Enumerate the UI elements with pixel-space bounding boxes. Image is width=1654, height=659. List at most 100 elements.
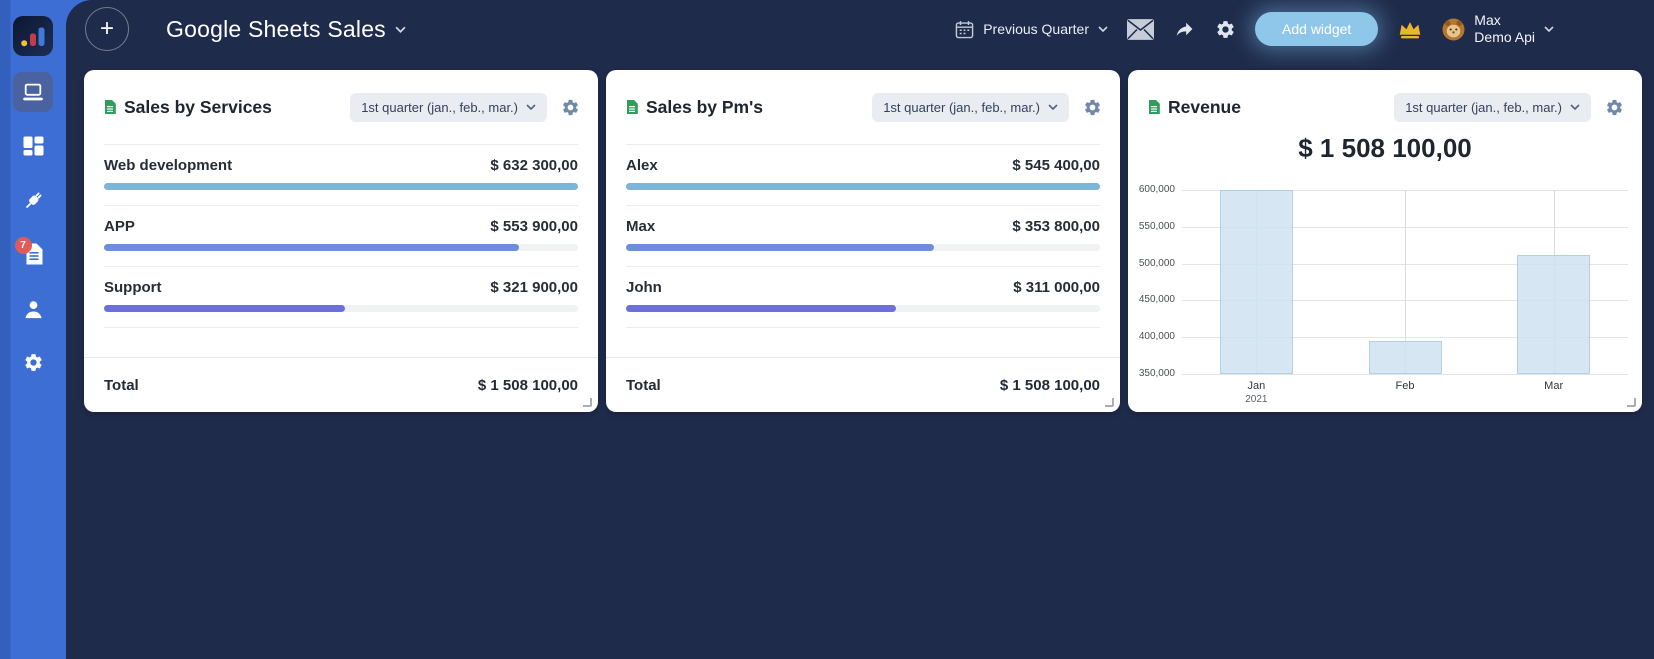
widget-settings-button[interactable] (561, 98, 580, 117)
metric-row: APP $ 553 900,00 (104, 205, 578, 266)
progress-bar (104, 305, 346, 312)
chevron-down-icon (1048, 104, 1058, 110)
dashboard-grid-icon (23, 136, 43, 156)
y-axis-tick-label: 600,000 (1138, 184, 1175, 195)
monitor-icon (23, 83, 43, 100)
widget-header: Sales by Services 1st quarter (jan., feb… (84, 70, 598, 127)
chart-bar (1368, 340, 1442, 374)
total-label: Total (626, 376, 661, 394)
widget-title: Sales by Services (124, 96, 272, 117)
calendar-icon (955, 20, 974, 38)
sidebar-item-screens[interactable] (13, 72, 53, 112)
progress-bar (104, 183, 578, 190)
previous-quarter-label: Previous Quarter (983, 21, 1090, 37)
dashboard-title-dropdown[interactable]: Google Sheets Sales (166, 16, 406, 43)
app-logo[interactable] (13, 16, 53, 56)
chevron-down-icon (1098, 26, 1108, 32)
progress-track (104, 244, 578, 251)
progress-track (626, 305, 1100, 312)
widget-revenue: Revenue 1st quarter (jan., feb., mar.) $… (1128, 70, 1642, 412)
resize-handle[interactable] (1627, 398, 1636, 407)
widget-sales-by-services: Sales by Services 1st quarter (jan., feb… (84, 70, 598, 412)
total-value: $ 1 508 100,00 (999, 376, 1100, 394)
metric-label: Web development (104, 157, 233, 174)
sidebar-item-dashboards[interactable] (0, 136, 66, 156)
y-axis-tick-label: 400,000 (1138, 331, 1175, 343)
metric-row: Alex $ 545 400,00 (626, 144, 1100, 205)
chart-bar (1219, 190, 1293, 374)
logo-chart-icon (20, 27, 44, 46)
period-dropdown[interactable]: 1st quarter (jan., feb., mar.) (350, 92, 547, 122)
add-widget-button[interactable]: Add widget (1255, 12, 1379, 46)
period-dropdown[interactable]: 1st quarter (jan., feb., mar.) (872, 92, 1069, 122)
previous-quarter-button[interactable]: Previous Quarter (955, 20, 1108, 39)
metric-row: Support $ 321 900,00 (104, 266, 578, 327)
avatar (1442, 18, 1465, 40)
plug-icon (26, 192, 42, 208)
widgets-row: Sales by Services 1st quarter (jan., feb… (66, 58, 1654, 412)
share-button[interactable] (1173, 19, 1196, 39)
widget-settings-button[interactable] (1083, 98, 1102, 117)
sidebar-item-reports[interactable]: 7 (0, 237, 66, 270)
main-panel: + Google Sheets Sales Previous Quarter A… (66, 0, 1654, 659)
metric-label: Alex (626, 157, 658, 174)
chart-bar (1517, 254, 1591, 374)
sidebar-item-settings[interactable] (0, 352, 66, 373)
x-axis-sublabel: 2021 (1245, 394, 1268, 405)
progress-track (626, 183, 1100, 190)
y-axis-tick-label: 450,000 (1138, 294, 1175, 306)
sheet-icon (627, 100, 638, 114)
gear-icon (1085, 99, 1100, 115)
metric-value: $ 353 800,00 (1012, 218, 1100, 235)
widget-title: Sales by Pm's (646, 96, 764, 117)
widget-header: Sales by Pm's 1st quarter (jan., feb., m… (606, 70, 1120, 127)
resize-handle[interactable] (1105, 398, 1114, 407)
gear-icon (24, 354, 42, 371)
metric-row: John $ 311 000,00 (626, 266, 1100, 327)
revenue-chart: 350,000 400,000 450,000 500,000 550,000 600,0… (1128, 70, 1642, 412)
progress-bar (626, 244, 934, 251)
top-bar-actions: Previous Quarter Add widget Max Demo Api (955, 12, 1554, 46)
sheet-icon (105, 100, 116, 114)
page-title: Google Sheets Sales (166, 15, 386, 42)
share-arrow-icon (1176, 22, 1193, 36)
add-dashboard-button[interactable]: + (85, 7, 129, 51)
metric-row: Web development $ 632 300,00 (104, 144, 578, 205)
top-bar: + Google Sheets Sales Previous Quarter A… (66, 0, 1654, 58)
total-row: Total $ 1 508 100,00 (84, 357, 598, 412)
notification-badge: 7 (14, 237, 32, 254)
y-axis-tick-label: 500,000 (1138, 257, 1175, 269)
crown-icon (1397, 20, 1423, 39)
user-menu[interactable]: Max Demo Api (1442, 12, 1554, 46)
progress-bar (104, 244, 520, 251)
chevron-down-icon (395, 26, 406, 33)
period-dropdown-value: 1st quarter (jan., feb., mar.) (361, 99, 518, 115)
settings-button[interactable] (1215, 19, 1236, 40)
metric-value: $ 632 300,00 (490, 157, 578, 174)
mail-icon (1127, 18, 1155, 40)
x-axis-tick-label: Jan (1247, 380, 1266, 392)
user-icon (24, 301, 42, 319)
gridline-horizontal (1182, 374, 1628, 375)
gear-icon (563, 99, 578, 115)
metric-label: Support (104, 279, 162, 296)
metric-value: $ 553 900,00 (490, 218, 578, 235)
resize-handle[interactable] (583, 398, 592, 407)
metric-label: APP (104, 218, 135, 235)
metric-label: John (626, 279, 662, 296)
sidebar: 7 (0, 0, 66, 659)
x-axis-tick-label: Feb (1395, 380, 1415, 392)
progress-bar (626, 305, 897, 312)
metric-row: Max $ 353 800,00 (626, 205, 1100, 266)
widget-sales-by-pms: Sales by Pm's 1st quarter (jan., feb., m… (606, 70, 1120, 412)
gear-icon (1217, 20, 1234, 38)
mail-button[interactable] (1127, 18, 1155, 40)
sidebar-item-integrations[interactable] (0, 188, 66, 214)
progress-track (104, 305, 578, 312)
user-name: Max (1474, 12, 1501, 28)
y-axis-tick-label: 550,000 (1138, 220, 1175, 232)
metric-rows: Alex $ 545 400,00 Max $ 353 800,00 John $ 3… (626, 144, 1100, 328)
period-dropdown-value: 1st quarter (jan., feb., mar.) (883, 99, 1040, 115)
metric-rows: Web development $ 632 300,00 APP $ 553 900… (104, 144, 578, 328)
sidebar-item-users[interactable] (0, 299, 66, 320)
